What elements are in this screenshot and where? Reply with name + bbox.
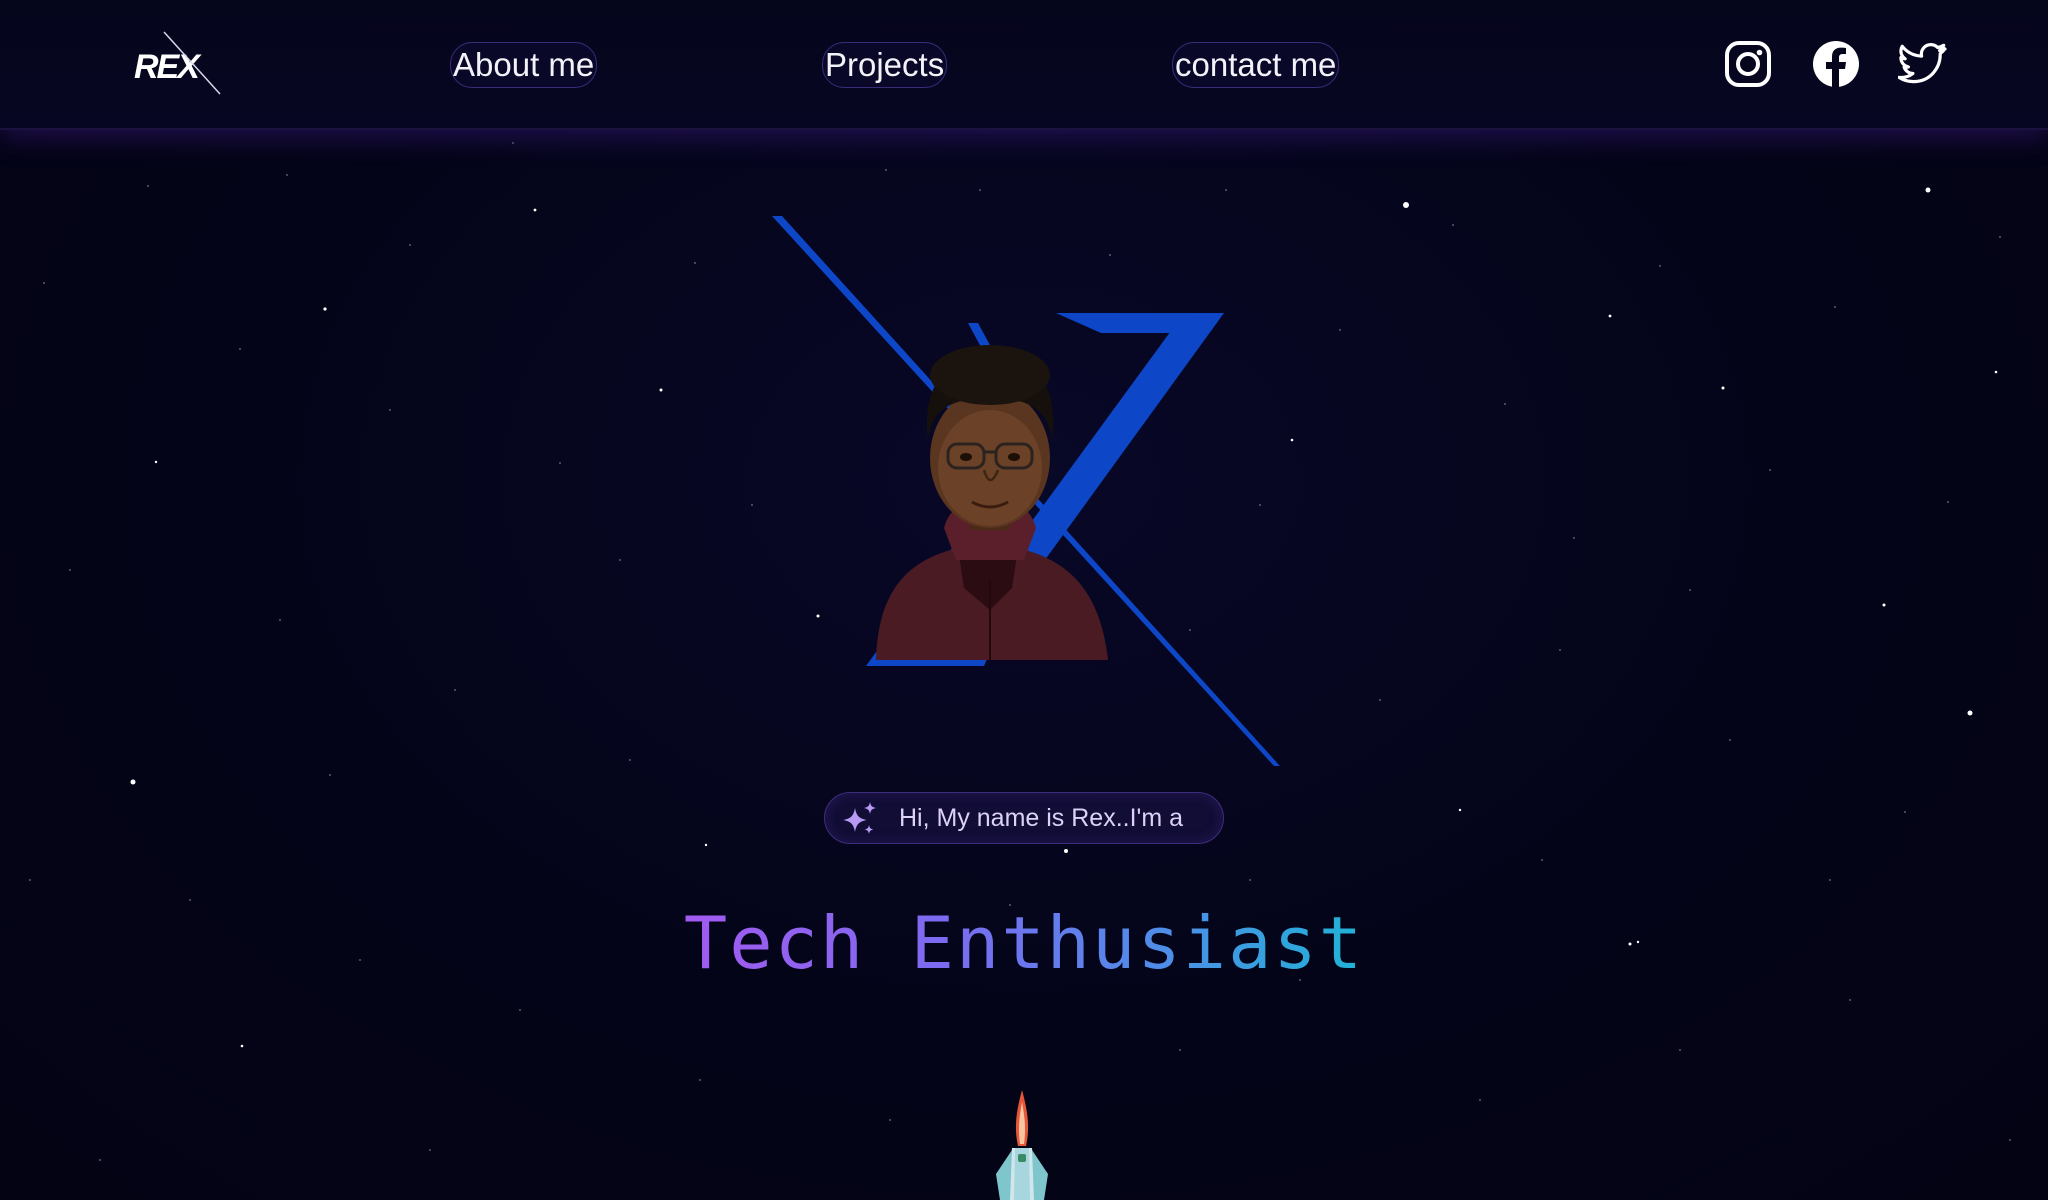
role-title-text: Tech Enthusiast [683,901,1365,985]
twitter-icon[interactable] [1898,38,1950,90]
role-title: Tech Enthusiast [0,898,2048,988]
logo-text: REX [134,48,202,86]
top-navbar: REX About me Projects contact me [0,0,2048,130]
hero-portrait-graphic [772,216,1280,766]
greeting-badge: Hi, My name is Rex..I'm a [824,792,1224,844]
rocket-icon[interactable] [982,1088,1062,1200]
greeting-text: Hi, My name is Rex..I'm a [899,804,1183,832]
nav-about-me[interactable]: About me [450,42,598,88]
portfolio-page: REX About me Projects contact me Hi, My … [0,0,2048,1200]
instagram-icon[interactable] [1722,38,1774,90]
facebook-icon[interactable] [1810,38,1862,90]
nav-contact-me[interactable]: contact me [1172,42,1340,88]
rex-logo[interactable]: REX [132,30,222,96]
nav-projects[interactable]: Projects [822,42,948,88]
sparkles-icon [843,802,876,834]
